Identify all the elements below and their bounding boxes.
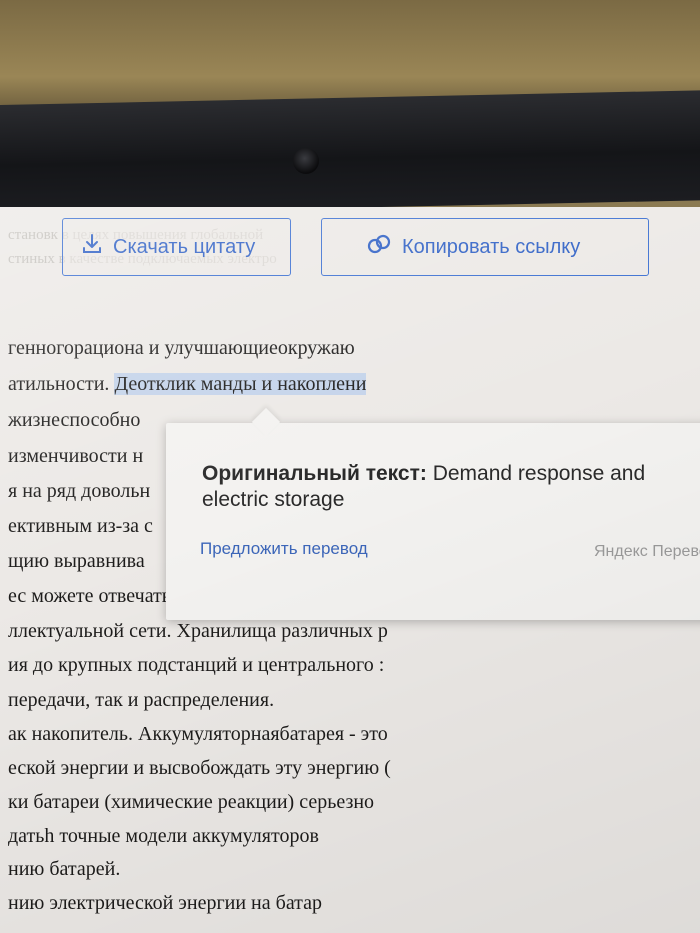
text-line: ективным из-за с [8, 515, 153, 537]
text-line: датьh точные модели аккумуляторов [8, 825, 319, 847]
text-line: атильности. Деотклик манды и накоплени [8, 373, 367, 396]
copy-link-label: Копировать ссылку [402, 235, 581, 258]
yandex-translate-brand: Яндекс Переве [594, 543, 700, 560]
text-line: жизнеспособно [8, 409, 141, 431]
translation-popup: Оригинальный текст: Demand response and … [166, 407, 700, 620]
download-icon [81, 233, 103, 261]
text-line: я на ряд довольн [8, 480, 151, 502]
text-line: генногорациона и улучшающиеокружаю [8, 337, 355, 359]
laptop-bezel [0, 90, 700, 215]
selected-text[interactable]: Деотклик манды и накоплени [114, 373, 367, 395]
text-line: еской энергии и высвобождать эту энергию… [8, 757, 391, 779]
text-line: нию электрической энергии на батар [8, 892, 323, 914]
text-line: нию батарей. [8, 858, 121, 880]
text-line: ак накопитель. Аккумуляторнаябатарея - э… [8, 723, 388, 745]
text-line: изменчивости н [8, 445, 144, 467]
copy-link-button[interactable]: Копировать ссылку [321, 218, 649, 276]
original-text-label: Оригинальный текст: [202, 462, 427, 485]
text-line: щию выравнива [8, 550, 145, 572]
popup-pointer [251, 407, 281, 437]
suggest-translation-link[interactable]: Предложить перевод [200, 539, 368, 559]
text-line: передачи, так и распределения. [8, 689, 275, 711]
original-text: Оригинальный текст: Demand response and … [202, 461, 700, 513]
text-fragment: атильности. [8, 373, 115, 395]
text-line: ки батареи (химические реакции) серьезно [8, 791, 375, 813]
link-icon [366, 233, 392, 261]
download-citation-button[interactable]: Скачать цитату [62, 218, 291, 276]
screen: становк в целях повышения глобальной сти… [0, 207, 700, 933]
text-line: ллектуальной сети. Хранилища различных р [8, 620, 388, 642]
text-line: ия до крупных подстанций и центрального … [8, 654, 385, 676]
download-citation-label: Скачать цитату [113, 235, 256, 258]
webcam [293, 148, 319, 174]
